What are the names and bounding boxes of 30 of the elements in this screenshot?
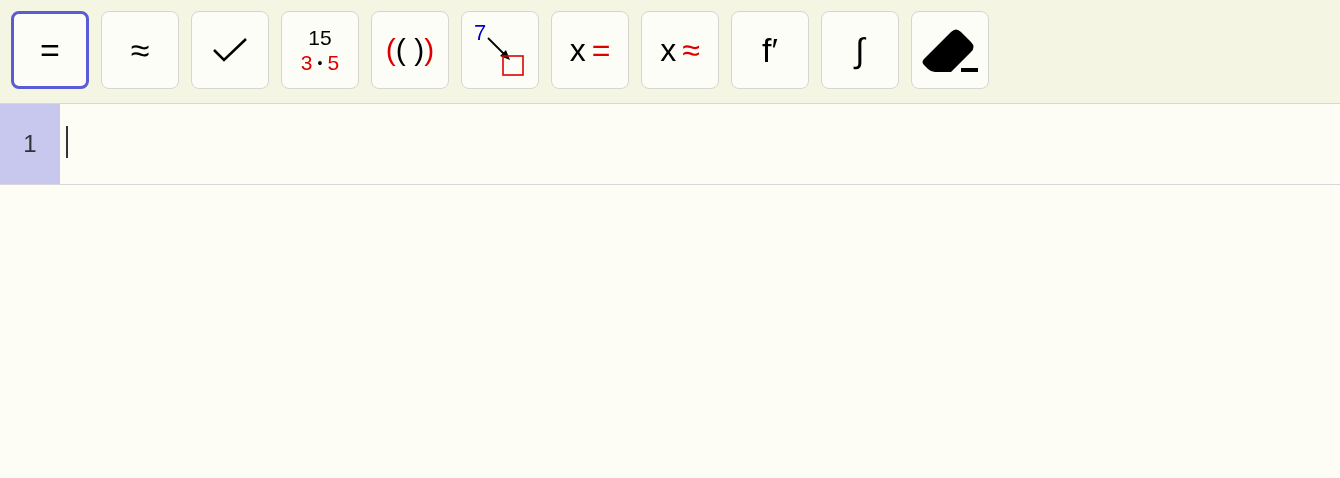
- inner-parentheses: ( ): [395, 35, 425, 65]
- tool-button[interactable]: [911, 11, 989, 89]
- product-number: 15: [308, 27, 332, 48]
- tool-symbol: f′: [762, 33, 778, 67]
- value-number: 7: [474, 22, 487, 44]
- text-cursor: [66, 126, 68, 158]
- tool-button[interactable]: f′: [731, 11, 809, 89]
- tool-button[interactable]: ∫: [821, 11, 899, 89]
- tool-symbol: =: [40, 33, 60, 67]
- eraser-icon: [921, 27, 979, 73]
- factor-number: 5: [327, 52, 340, 73]
- tool-button[interactable]: (( )): [371, 11, 449, 89]
- variable-x: x: [569, 34, 586, 66]
- line-number: 1: [0, 104, 60, 184]
- variable-x: x: [660, 34, 677, 66]
- tool-button[interactable]: 15 3 • 5: [281, 11, 359, 89]
- outer-parenthesis: ): [424, 35, 435, 65]
- tool-button[interactable]: ≈: [101, 11, 179, 89]
- tool-button[interactable]: 7: [461, 11, 539, 89]
- tool-symbol: ≈: [130, 33, 150, 67]
- outer-parenthesis: (: [385, 35, 396, 65]
- solve-symbol: ≈: [682, 34, 700, 66]
- factor-number: 3: [300, 52, 313, 73]
- checkmark-icon: [212, 36, 248, 64]
- tool-button[interactable]: x ≈: [641, 11, 719, 89]
- tool-button[interactable]: =: [11, 11, 89, 89]
- tool-button[interactable]: x =: [551, 11, 629, 89]
- multiply-dot: •: [317, 55, 323, 70]
- arrow-to-box-icon: [486, 36, 524, 76]
- solve-symbol: =: [591, 34, 611, 66]
